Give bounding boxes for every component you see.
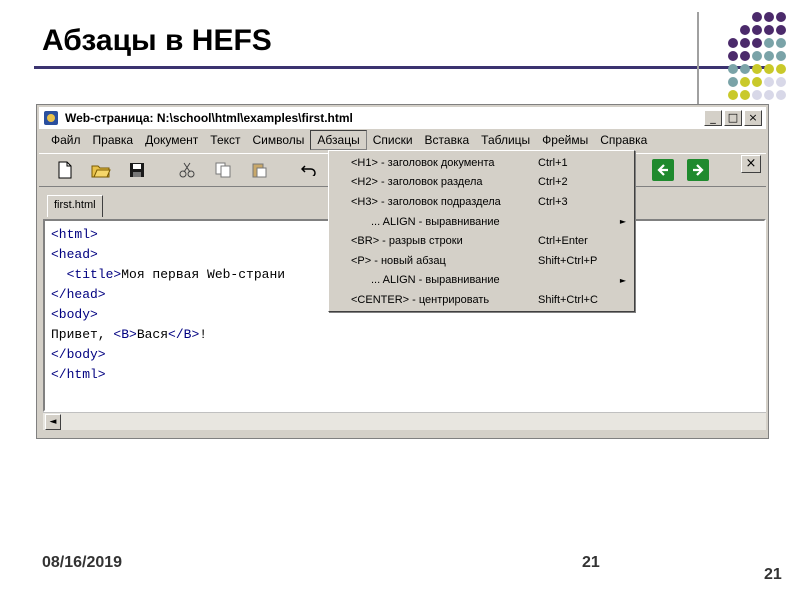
corner-page-number: 21 (764, 566, 782, 583)
decorative-dot (776, 25, 786, 35)
new-file-icon[interactable] (53, 159, 77, 181)
menu-bar: Файл Правка Документ Текст Символы Абзацы Спис… (39, 129, 766, 151)
menu-item-8[interactable]: Таблицы (475, 131, 536, 149)
window-titlebar[interactable]: Web-страница: N:\school\html\examples\fi… (39, 107, 766, 129)
save-icon[interactable] (125, 159, 149, 181)
window-title: Web-страница: N:\school\html\examples\fi… (65, 111, 353, 125)
tab-first-html[interactable]: first.html (47, 195, 103, 217)
forward-arrow-icon[interactable] (687, 159, 709, 181)
decorative-dot (752, 25, 762, 35)
decorative-dot (752, 77, 762, 87)
slide-title: Абзацы в HEFS (42, 24, 272, 57)
dropdown-item[interactable]: <BR> - разрыв строки Ctrl+Enter (329, 231, 634, 251)
dropdown-item-label: ... ALIGN - выравнивание (371, 215, 500, 228)
menu-item-10[interactable]: Справка (594, 131, 653, 149)
menu-item-4[interactable]: Символы (247, 131, 311, 149)
decorative-dot (764, 25, 774, 35)
decorative-dot (776, 90, 786, 100)
decorative-dot (752, 51, 762, 61)
dropdown-item-shortcut: Shift+Ctrl+P (538, 254, 598, 267)
submenu-arrow-icon: ► (619, 217, 626, 227)
submenu-arrow-icon: ► (619, 275, 626, 285)
dropdown-item-shortcut: Ctrl+3 (538, 195, 568, 208)
code-line: </html> (51, 367, 106, 382)
maximize-button[interactable]: □ (724, 110, 742, 126)
decorative-dot (728, 90, 738, 100)
dropdown-item-label: <CENTER> - центрировать (351, 293, 490, 306)
decorative-dot (740, 38, 750, 48)
decorative-dot (776, 64, 786, 74)
minimize-button[interactable]: _ (704, 110, 722, 126)
dropdown-item[interactable]: ... ALIGN - выравнивание ► (329, 271, 634, 291)
app-icon (44, 111, 58, 125)
dropdown-item[interactable]: <H1> - заголовок документа Ctrl+1 (329, 153, 634, 173)
dropdown-item[interactable]: <P> - новый абзац Shift+Ctrl+P (329, 251, 634, 271)
decorative-dot (776, 12, 786, 22)
paste-icon[interactable] (247, 159, 271, 181)
dropdown-item-label: <H3> - заголовок подраздела (351, 195, 501, 208)
decorative-dot (752, 12, 762, 22)
decorative-dot (764, 38, 774, 48)
decorative-dot (764, 77, 774, 87)
dropdown-item[interactable]: ... ALIGN - выравнивание ► (329, 212, 634, 232)
dropdown-item-label: <H1> - заголовок документа (351, 156, 495, 169)
decorative-dot-grid (712, 12, 792, 104)
decorative-dot (764, 64, 774, 74)
decorative-dot (728, 77, 738, 87)
decorative-dot (740, 90, 750, 100)
decorative-dot (776, 51, 786, 61)
decorative-dot (752, 90, 762, 100)
decorative-dot (764, 12, 774, 22)
decorative-dot (728, 51, 738, 61)
dropdown-item[interactable]: <H3> - заголовок подраздела Ctrl+3 (329, 192, 634, 212)
cut-icon[interactable] (175, 159, 199, 181)
dropdown-item-shortcut: Ctrl+1 (538, 156, 568, 169)
back-arrow-icon[interactable] (652, 159, 674, 181)
paragraphs-dropdown-menu: <H1> - заголовок документа Ctrl+1 <H2> - з… (328, 150, 635, 312)
code-line: Привет, <B>Вася</B>! (51, 327, 208, 342)
horizontal-scrollbar[interactable]: ◄ (43, 412, 766, 430)
title-underline (34, 66, 769, 69)
dropdown-item-label: <BR> - разрыв строки (351, 235, 463, 248)
dropdown-item-label: <H2> - заголовок раздела (351, 176, 483, 189)
menu-item-5[interactable]: Абзацы (310, 130, 367, 150)
decorative-dot (728, 38, 738, 48)
dropdown-item-shortcut: Ctrl+Enter (538, 235, 588, 248)
dropdown-item-shortcut: Ctrl+2 (538, 176, 568, 189)
dropdown-item-shortcut: Shift+Ctrl+C (538, 293, 598, 306)
decorative-dot (740, 77, 750, 87)
decorative-dot (776, 38, 786, 48)
decorative-dot (752, 38, 762, 48)
decorative-dot (776, 77, 786, 87)
open-folder-icon[interactable] (89, 159, 113, 181)
footer-date: 08/16/2019 (42, 554, 123, 571)
menu-item-9[interactable]: Фреймы (536, 131, 594, 149)
decorative-dot (764, 90, 774, 100)
scroll-left-icon[interactable]: ◄ (45, 414, 61, 430)
menu-item-2[interactable]: Документ (139, 131, 204, 149)
decorative-dot (752, 64, 762, 74)
corner-divider (697, 12, 699, 104)
close-document-button[interactable]: × (741, 155, 761, 173)
dropdown-item-label: <P> - новый абзац (351, 254, 446, 267)
decorative-dot (740, 64, 750, 74)
menu-item-6[interactable]: Списки (367, 131, 419, 149)
menu-item-7[interactable]: Вставка (419, 131, 476, 149)
undo-icon[interactable] (297, 159, 321, 181)
decorative-dot (740, 25, 750, 35)
decorative-dot (740, 51, 750, 61)
menu-item-3[interactable]: Текст (204, 131, 246, 149)
dropdown-item[interactable]: <CENTER> - центрировать Shift+Ctrl+C (329, 290, 634, 310)
menu-item-0[interactable]: Файл (45, 131, 87, 149)
dropdown-item[interactable]: <H2> - заголовок раздела Ctrl+2 (329, 173, 634, 193)
decorative-dot (764, 51, 774, 61)
code-line: </body> (51, 347, 106, 362)
menu-item-1[interactable]: Правка (87, 131, 140, 149)
close-button[interactable]: × (744, 110, 762, 126)
dropdown-item-label: ... ALIGN - выравнивание (371, 274, 500, 287)
decorative-dot (728, 64, 738, 74)
copy-icon[interactable] (211, 159, 235, 181)
footer-page-number: 21 (582, 554, 600, 571)
